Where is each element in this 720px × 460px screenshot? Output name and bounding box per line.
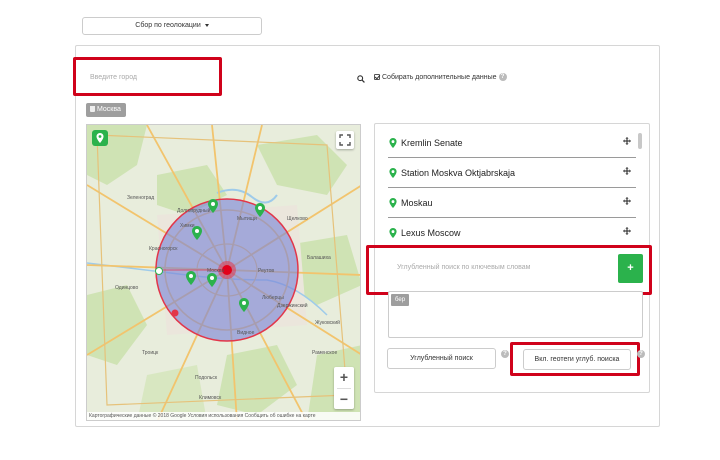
list-item[interactable]: Lexus Moscow	[388, 218, 636, 248]
list-item[interactable]: Station Moskva Oktjabrskaja	[388, 158, 636, 188]
zoom-in-button[interactable]: +	[334, 367, 354, 388]
map-logo	[92, 130, 108, 146]
collect-extra-row: Собирать дополнительные данные ?	[374, 73, 507, 81]
help-icon[interactable]: ?	[637, 350, 645, 358]
map-label: Видное	[237, 330, 255, 336]
map-label: Подольск	[195, 375, 218, 381]
trash-icon[interactable]	[90, 106, 95, 112]
map-label: Дзержинский	[277, 303, 308, 309]
map-label: Климовск	[199, 395, 222, 401]
move-icon[interactable]	[623, 167, 631, 175]
move-icon[interactable]	[623, 137, 631, 145]
map-label: Жуковский	[315, 320, 340, 326]
pin-icon	[389, 197, 397, 208]
map[interactable]: Зеленоград Долгопрудный Мытищи Химки Щел…	[86, 124, 361, 421]
map-label: Троицк	[142, 350, 159, 356]
map-label: Зеленоград	[127, 195, 155, 201]
map-pin-icon[interactable]	[186, 271, 196, 285]
zoom-controls: + −	[334, 367, 354, 409]
location-logo-icon	[96, 133, 104, 143]
help-icon[interactable]: ?	[498, 73, 507, 81]
move-icon[interactable]	[623, 227, 631, 235]
place-name: Station Moskva Oktjabrskaja	[401, 167, 516, 178]
city-tag[interactable]: Москва	[86, 103, 126, 117]
map-label: Химки	[180, 223, 195, 229]
pin-icon	[389, 228, 397, 238]
fullscreen-button[interactable]	[336, 131, 354, 149]
pin-icon	[389, 137, 397, 148]
map-pin-icon[interactable]	[239, 298, 249, 312]
map-label: Щелково	[287, 216, 308, 222]
keyword-tag[interactable]: бер	[391, 294, 410, 306]
map-label: Мытищи	[237, 216, 257, 222]
city-tag-label: Москва	[97, 106, 121, 113]
list-item[interactable]: Kremlin Senate	[388, 128, 636, 158]
map-label: Балашиха	[307, 255, 331, 261]
map-label: Раменское	[312, 350, 338, 356]
map-pin-icon[interactable]	[255, 203, 265, 217]
add-keyword-button[interactable]: +	[618, 254, 643, 283]
place-list-scrollbar[interactable]	[638, 133, 642, 149]
map-label: Люберцы	[262, 295, 284, 301]
place-name: Moskau	[401, 197, 433, 208]
list-item[interactable]: Moskau	[388, 188, 636, 218]
help-icon[interactable]: ?	[501, 350, 509, 358]
deep-search-button[interactable]: Углубленный поиск	[387, 348, 496, 369]
map-footer: Картографические данные © 2018 Google Ус…	[87, 412, 360, 420]
city-input[interactable]: Введите город	[86, 67, 216, 89]
keyword-tag-area[interactable]	[388, 291, 643, 338]
map-label: Реутов	[258, 268, 275, 274]
collect-extra-checkbox[interactable]	[374, 74, 380, 80]
fullscreen-icon	[339, 134, 351, 146]
deep-search-input[interactable]: Углубленный поиск по ключевым словам	[388, 254, 618, 282]
geo-dropdown-label: Сбор по геолокации	[135, 22, 201, 29]
geotag-button[interactable]: Вкл. геотеги углуб. поиска	[523, 349, 631, 370]
map-label: Одинцово	[115, 285, 139, 291]
place-name: Lexus Moscow	[401, 228, 461, 238]
place-list: Kremlin Senate Station Moskva Oktjabrska…	[388, 128, 636, 248]
map-label: Красногорск	[149, 246, 178, 252]
map-label: Москва	[207, 268, 225, 274]
zoom-out-button[interactable]: −	[334, 389, 354, 410]
move-icon[interactable]	[623, 197, 631, 205]
place-name: Kremlin Senate	[401, 137, 463, 148]
pin-icon	[389, 167, 397, 178]
geo-dropdown[interactable]: Сбор по геолокации	[82, 17, 262, 35]
collect-extra-label: Собирать дополнительные данные	[382, 73, 497, 81]
search-icon[interactable]	[357, 75, 365, 83]
map-label: Долгопрудный	[177, 208, 211, 214]
map-pin-icon[interactable]	[207, 273, 217, 287]
caret-down-icon	[204, 23, 209, 27]
